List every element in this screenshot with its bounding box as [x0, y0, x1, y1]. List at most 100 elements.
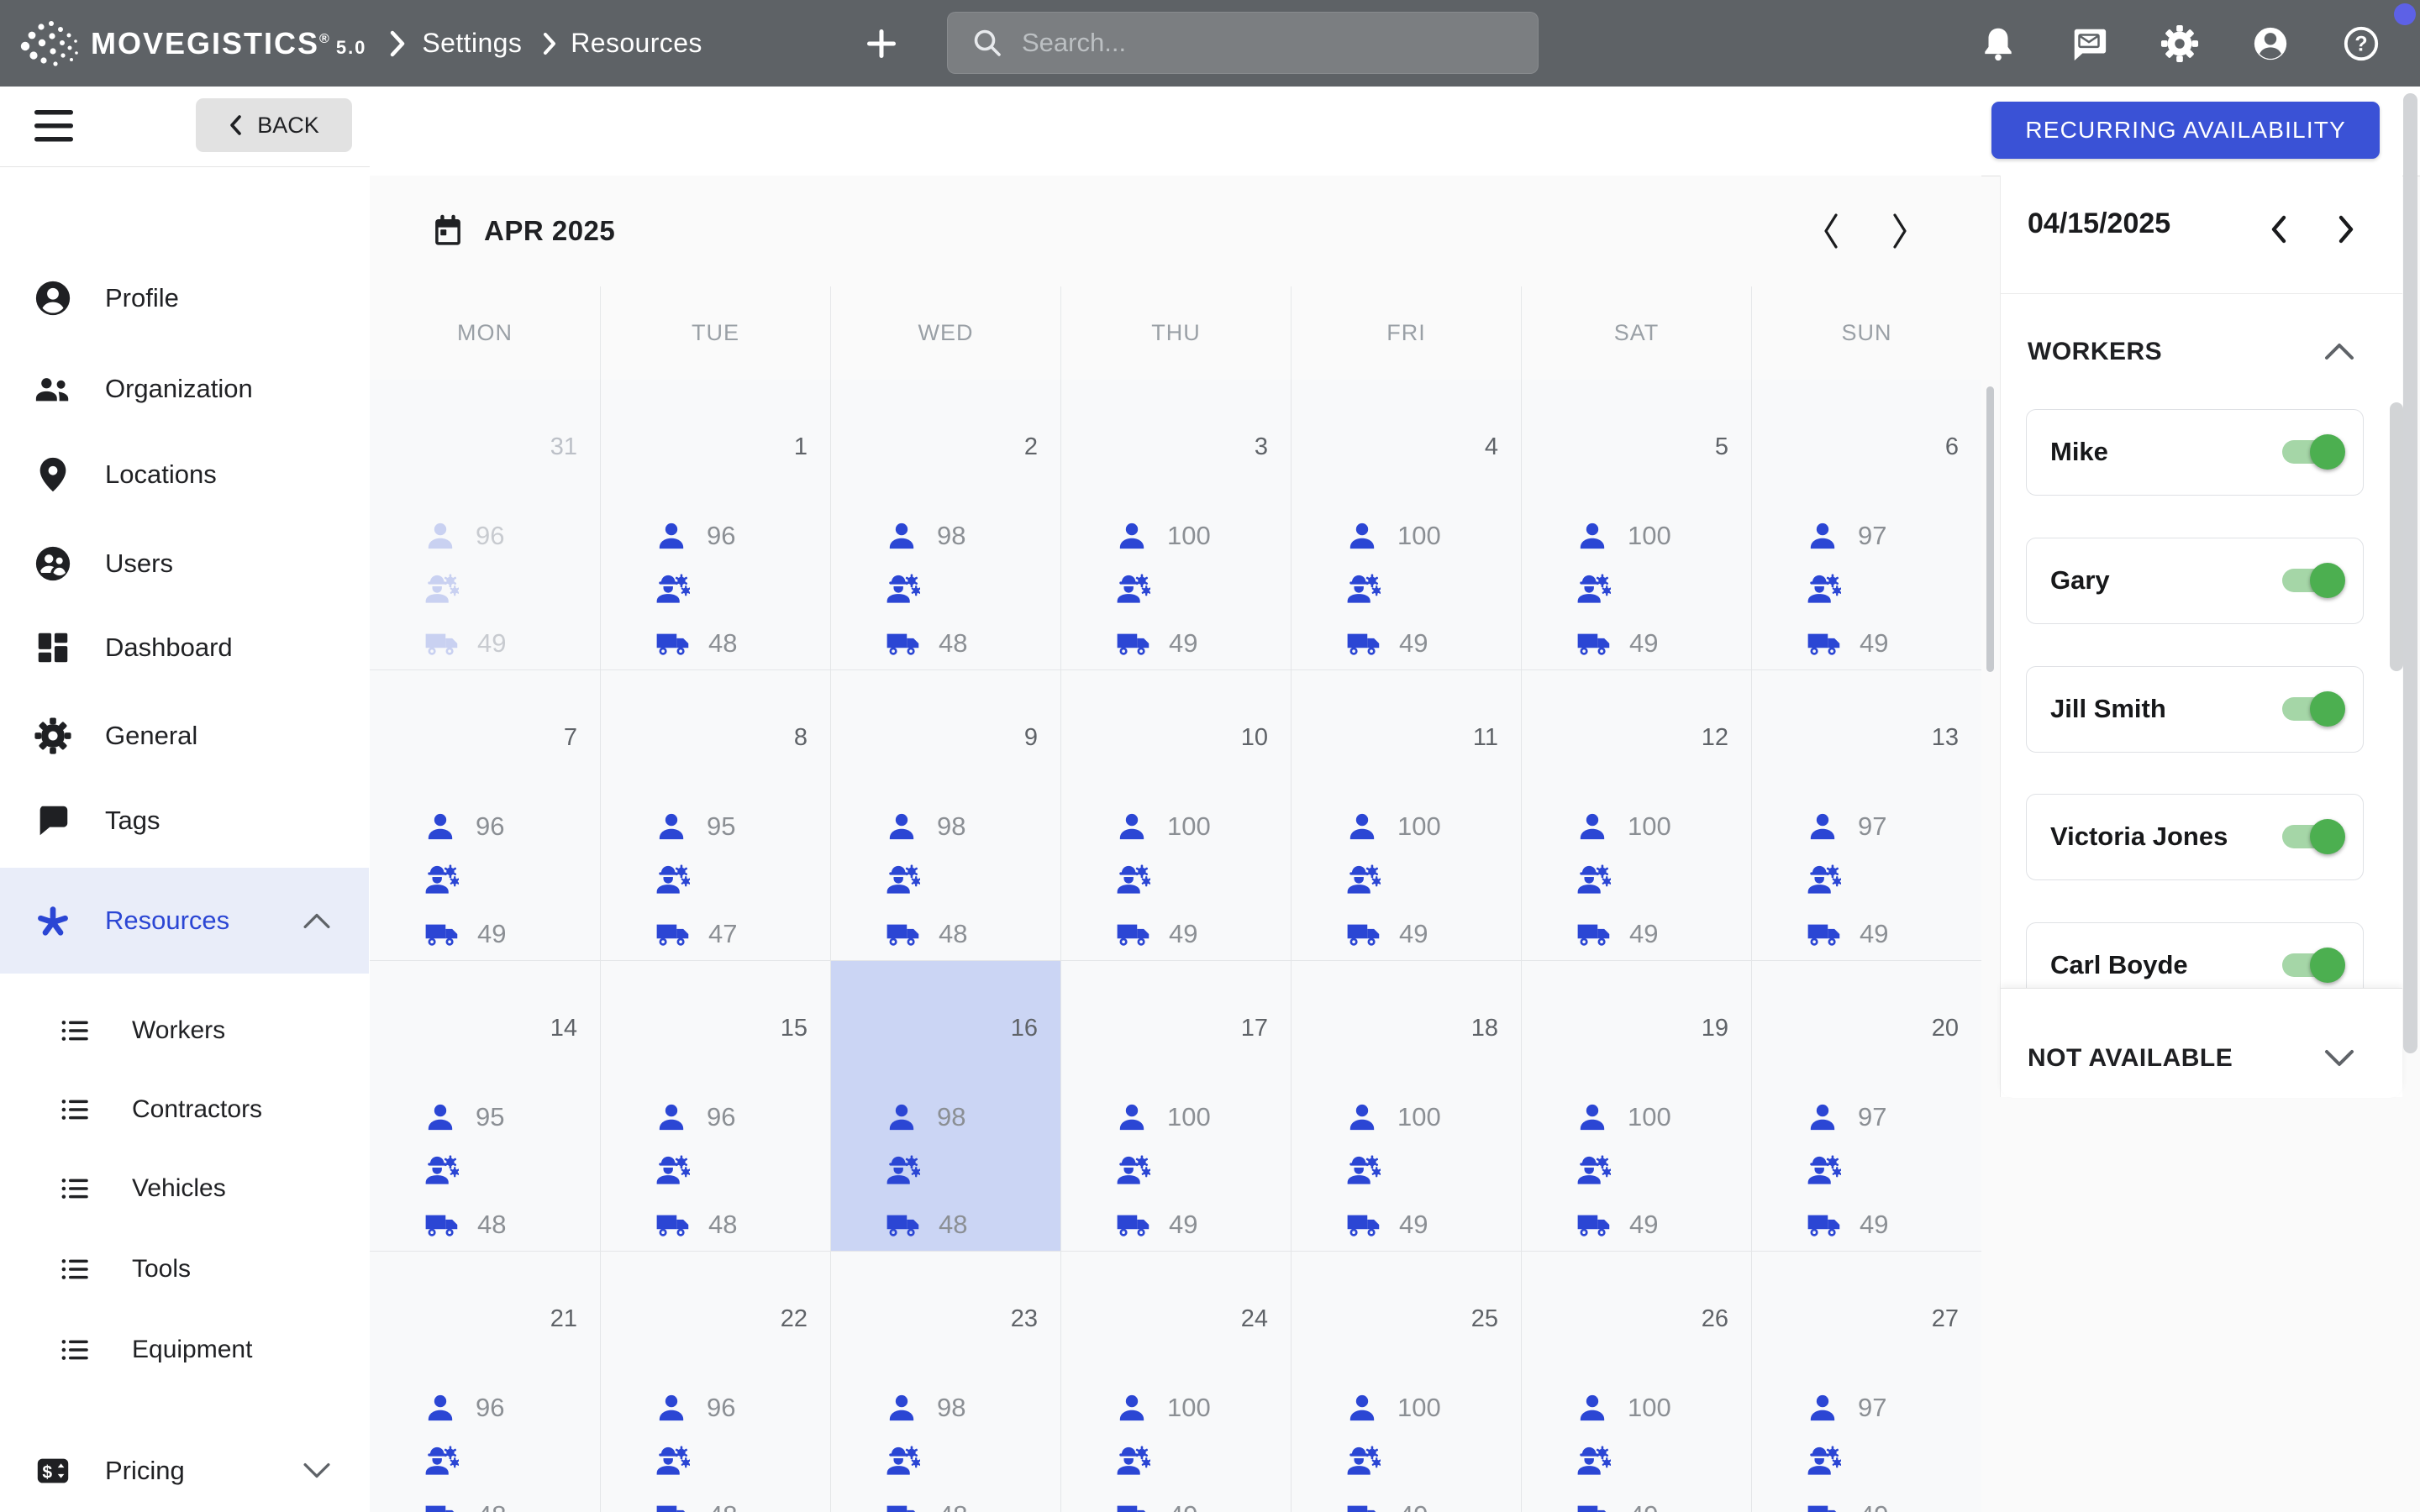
recurring-availability-button[interactable]: RECURRING AVAILABILITY — [1991, 102, 2380, 159]
contractor-availability-stat — [885, 862, 920, 897]
calendar-cell[interactable]: 1110049 — [1291, 670, 1521, 961]
calendar-day-number: 12 — [1702, 724, 1728, 752]
worker-card: Mike — [2026, 409, 2364, 496]
calendar-day-number: 18 — [1471, 1015, 1498, 1042]
calendar-cell[interactable]: 410049 — [1291, 380, 1521, 670]
next-day-icon[interactable] — [2333, 213, 2359, 246]
sidebar-item-locations[interactable]: Locations — [0, 428, 369, 521]
not-available-section[interactable]: NOT AVAILABLE — [2001, 988, 2402, 1098]
notifications-icon[interactable] — [1979, 24, 2018, 63]
contractor-icon — [655, 1443, 690, 1478]
menu-icon[interactable] — [34, 107, 74, 145]
back-button[interactable]: BACK — [196, 98, 352, 152]
calendar-cell[interactable]: 219648 — [370, 1252, 600, 1512]
worker-card: Jill Smith — [2026, 666, 2364, 753]
worker-count-icon — [1806, 1100, 1839, 1134]
chat-icon[interactable] — [2070, 24, 2108, 63]
app-logo[interactable]: MOVEGISTICS®5.0 — [91, 26, 366, 61]
calendar-cell[interactable]: 89547 — [600, 670, 830, 961]
page-scrollbar[interactable] — [2403, 93, 2417, 1053]
contractor-icon — [1806, 1443, 1841, 1478]
search-input[interactable] — [1020, 27, 1538, 59]
contractor-icon — [885, 862, 920, 897]
worker-availability-toggle[interactable] — [2282, 953, 2341, 977]
worker-availability-toggle[interactable] — [2282, 569, 2341, 592]
calendar-cell[interactable]: 29848 — [830, 380, 1060, 670]
sidebar-item-vehicles[interactable]: Vehicles — [0, 1142, 369, 1235]
list-icon — [57, 1252, 92, 1287]
worker-count-icon — [424, 519, 457, 553]
calendar-cell[interactable]: 1810049 — [1291, 961, 1521, 1252]
truck-availability-stat: 49 — [1115, 1498, 1197, 1512]
calendar-cell[interactable]: 209749 — [1751, 961, 1981, 1252]
next-month-icon[interactable] — [1887, 211, 1912, 251]
sidebar-item-profile[interactable]: Profile — [0, 252, 369, 344]
calendar-cell[interactable]: 2510049 — [1291, 1252, 1521, 1512]
worker-availability-toggle[interactable] — [2282, 697, 2341, 721]
calendar-cell[interactable]: 149548 — [370, 961, 600, 1252]
calendar-cell[interactable]: 510049 — [1521, 380, 1751, 670]
calendar-cell[interactable]: 19648 — [600, 380, 830, 670]
truck-count-icon — [1345, 1207, 1381, 1242]
calendar-cell[interactable]: 169848 — [830, 961, 1060, 1252]
calendar-cell[interactable]: 2410049 — [1060, 1252, 1291, 1512]
calendar-day-number: 16 — [1011, 1015, 1038, 1042]
toggle-knob — [2310, 563, 2345, 598]
sidebar-item-general[interactable]: General — [0, 690, 369, 782]
sidebar-item-label: General — [105, 721, 197, 751]
calendar-cell[interactable]: 159648 — [600, 961, 830, 1252]
panel-scrollbar[interactable] — [2390, 402, 2403, 671]
breadcrumb-resources[interactable]: Resources — [571, 28, 702, 59]
calendar-cell[interactable]: 2610049 — [1521, 1252, 1751, 1512]
collapse-workers-icon[interactable] — [2323, 340, 2355, 362]
sidebar-item-dashboard[interactable]: Dashboard — [0, 601, 369, 694]
calendar-cell[interactable]: 69749 — [1751, 380, 1981, 670]
worker-availability-toggle[interactable] — [2282, 825, 2341, 848]
settings-icon[interactable] — [2160, 24, 2199, 63]
account-icon[interactable] — [2251, 24, 2290, 63]
search-bar[interactable] — [947, 12, 1539, 74]
sidebar-menu: ProfileOrganizationLocationsUsersDashboa… — [0, 166, 369, 1512]
calendar-cell[interactable]: 1710049 — [1060, 961, 1291, 1252]
prev-month-icon[interactable] — [1818, 211, 1844, 251]
calendar-day-number: 14 — [550, 1015, 577, 1042]
general-icon — [34, 717, 72, 755]
help-icon[interactable]: ? — [2342, 24, 2381, 63]
truck-availability-stat: 49 — [1806, 1498, 1888, 1512]
calendar-cell[interactable]: 79649 — [370, 670, 600, 961]
expand-not-available-icon[interactable] — [2323, 1047, 2355, 1069]
status-dot — [2394, 3, 2416, 25]
truck-availability-stat: 49 — [1345, 916, 1428, 952]
truck-count: 49 — [1860, 1210, 1888, 1240]
calendar-cell[interactable]: 1010049 — [1060, 670, 1291, 961]
sidebar-item-pricing[interactable]: $Pricing — [0, 1425, 369, 1512]
sidebar-item-organization[interactable]: Organization — [0, 343, 369, 435]
sidebar-item-users[interactable]: Users — [0, 517, 369, 610]
calendar-cell[interactable]: 139749 — [1751, 670, 1981, 961]
worker-availability-stat: 97 — [1806, 519, 1886, 553]
sidebar-item-tools[interactable]: Tools — [0, 1223, 369, 1315]
calendar-cell[interactable]: 279749 — [1751, 1252, 1981, 1512]
worker-availability-stat: 100 — [1345, 810, 1441, 843]
calendar-scrollbar[interactable] — [1986, 386, 1994, 672]
contractor-icon — [1806, 571, 1841, 606]
worker-availability-toggle[interactable] — [2282, 440, 2341, 464]
truck-availability-stat: 49 — [1345, 626, 1428, 661]
calendar-cell[interactable]: 99848 — [830, 670, 1060, 961]
truck-count: 49 — [1399, 919, 1428, 949]
add-icon[interactable] — [864, 26, 899, 61]
prev-day-icon[interactable] — [2266, 213, 2291, 246]
calendar-cell[interactable]: 1210049 — [1521, 670, 1751, 961]
truck-count: 49 — [1860, 919, 1888, 949]
calendar-cell[interactable]: 310049 — [1060, 380, 1291, 670]
contractor-icon — [1576, 862, 1611, 897]
calendar-cell[interactable]: 319649 — [370, 380, 600, 670]
sidebar-item-tags[interactable]: Tags — [0, 774, 369, 867]
sidebar-item-equipment[interactable]: Equipment — [0, 1304, 369, 1396]
sidebar-item-resources[interactable]: Resources — [0, 868, 369, 974]
calendar-cell[interactable]: 239848 — [830, 1252, 1060, 1512]
list-icon — [57, 1332, 92, 1368]
calendar-cell[interactable]: 1910049 — [1521, 961, 1751, 1252]
calendar-cell[interactable]: 229648 — [600, 1252, 830, 1512]
breadcrumb-settings[interactable]: Settings — [422, 28, 522, 59]
